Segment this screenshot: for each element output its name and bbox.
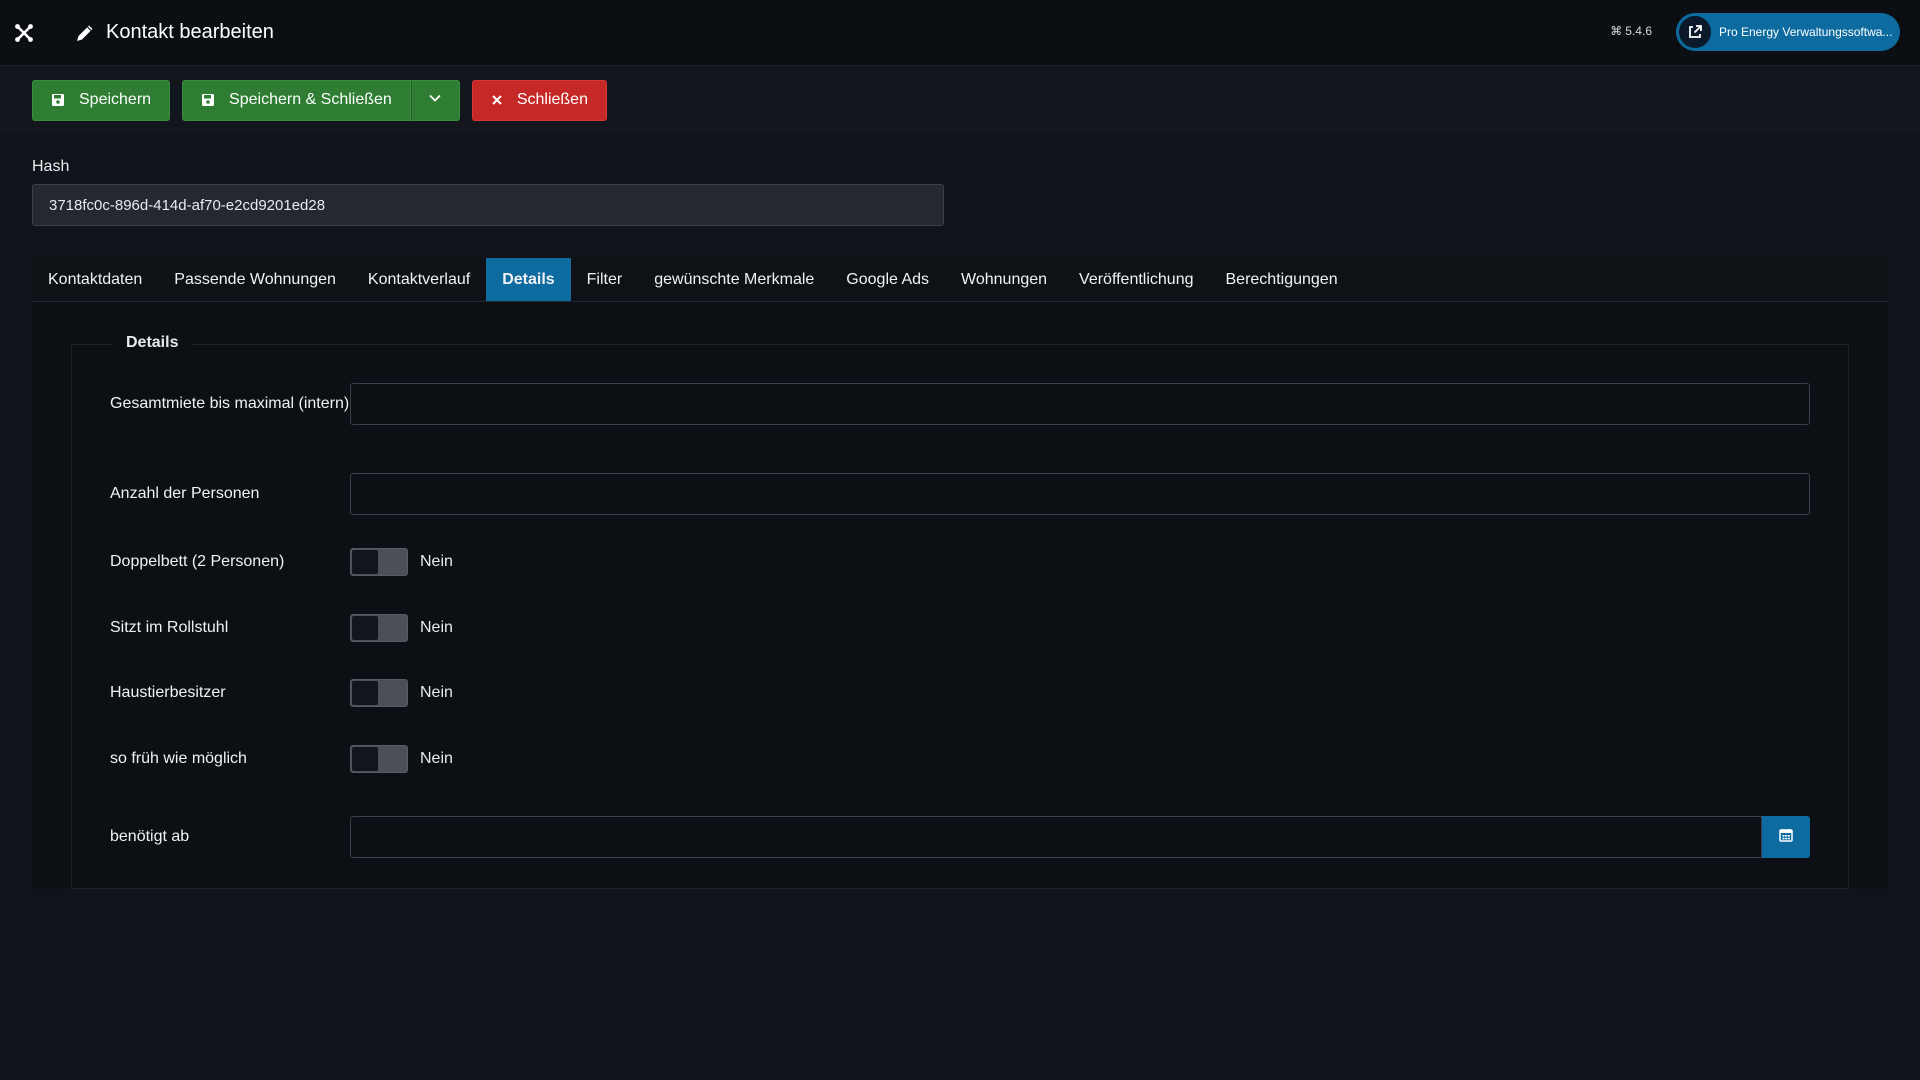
tab-berechtigungen[interactable]: Berechtigungen	[1210, 258, 1354, 301]
tab-filter[interactable]: Filter	[571, 258, 639, 301]
page-title: Kontakt bearbeiten	[106, 21, 274, 43]
needed-from-date-field	[350, 816, 1810, 858]
wheelchair-row: Sitzt im Rollstuhl Nein	[110, 613, 1810, 643]
joomla-logo-icon[interactable]	[12, 21, 36, 45]
tab-kontaktverlauf[interactable]: Kontaktverlauf	[352, 258, 486, 301]
close-icon	[491, 94, 503, 106]
wheelchair-state: Nein	[420, 619, 453, 636]
needed-from-input[interactable]	[350, 816, 1762, 858]
asap-row: so früh wie möglich Nein	[110, 744, 1810, 774]
toolbar: Speichern Speichern & Schließen Schließe…	[0, 66, 1920, 134]
wheelchair-toggle[interactable]	[350, 614, 408, 642]
tabs-panel: Kontaktdaten Passende Wohnungen Kontaktv…	[32, 258, 1888, 889]
tab-bar: Kontaktdaten Passende Wohnungen Kontaktv…	[32, 258, 1888, 302]
save-button-label: Speichern	[79, 91, 152, 108]
max-rent-label: Gesamtmiete bis maximal (intern)	[110, 395, 350, 412]
max-rent-row: Gesamtmiete bis maximal (intern)	[110, 383, 1810, 425]
persons-input[interactable]	[350, 473, 1810, 515]
version-text: 5.4.6	[1625, 24, 1652, 38]
asap-state: Nein	[420, 750, 453, 767]
pet-owner-switch: Nein	[350, 679, 453, 707]
page-title-area: Kontakt bearbeiten	[74, 21, 274, 44]
hash-label: Hash	[32, 158, 70, 175]
needed-from-label: benötigt ab	[110, 828, 190, 845]
pencil-icon	[74, 22, 96, 44]
version-badge: ⌘ 5.4.6	[1610, 24, 1652, 38]
save-button[interactable]: Speichern	[32, 79, 171, 121]
external-link-icon	[1679, 16, 1711, 48]
tab-passende-wohnungen[interactable]: Passende Wohnungen	[158, 258, 352, 301]
tab-wohnungen[interactable]: Wohnungen	[945, 258, 1063, 301]
double-bed-state: Nein	[420, 553, 453, 570]
toggle-knob	[352, 550, 378, 574]
double-bed-toggle[interactable]	[350, 548, 408, 576]
asap-switch: Nein	[350, 745, 453, 773]
tab-kontaktdaten[interactable]: Kontaktdaten	[32, 258, 158, 301]
save-close-split-button: Speichern & Schließen	[182, 79, 460, 121]
pet-owner-label: Haustierbesitzer	[110, 684, 226, 701]
pet-owner-toggle[interactable]	[350, 679, 408, 707]
needed-from-row: benötigt ab	[110, 816, 1810, 858]
floppy-disk-icon	[51, 93, 65, 107]
max-rent-input[interactable]	[350, 383, 1810, 425]
chevron-down-icon	[428, 91, 442, 110]
main-content: Hash Kontaktdaten Passende Wohnungen Kon…	[0, 158, 1920, 889]
hash-input[interactable]	[32, 184, 944, 226]
close-button-label: Schließen	[516, 91, 588, 108]
save-options-dropdown-button[interactable]	[410, 79, 460, 121]
tab-google-ads[interactable]: Google Ads	[830, 258, 945, 301]
asap-label: so früh wie möglich	[110, 750, 247, 767]
tab-details[interactable]: Details	[486, 258, 571, 301]
toggle-knob	[352, 681, 378, 705]
calendar-icon	[1779, 828, 1793, 847]
top-header: Kontakt bearbeiten ⌘ 5.4.6 Pro Energy Ve…	[0, 0, 1920, 66]
floppy-disk-icon	[201, 93, 215, 107]
double-bed-switch: Nein	[350, 548, 453, 576]
save-close-button-label: Speichern & Schließen	[229, 91, 392, 108]
double-bed-label: Doppelbett (2 Personen)	[110, 553, 285, 570]
asap-toggle[interactable]	[350, 745, 408, 773]
calendar-button[interactable]	[1762, 816, 1810, 858]
pet-owner-state: Nein	[420, 684, 453, 701]
details-fieldset: Details Gesamtmiete bis maximal (intern)…	[71, 334, 1849, 889]
toggle-knob	[352, 616, 378, 640]
wheelchair-label: Sitzt im Rollstuhl	[110, 619, 229, 636]
close-button[interactable]: Schließen	[471, 79, 607, 121]
view-site-button[interactable]: Pro Energy Verwaltungssoftwa...	[1676, 13, 1900, 51]
joomla-small-icon: ⌘	[1610, 24, 1623, 38]
tab-gewuenschte-merkmale[interactable]: gewünschte Merkmale	[638, 258, 830, 301]
toggle-knob	[352, 747, 378, 771]
pet-owner-row: Haustierbesitzer Nein	[110, 678, 1810, 708]
wheelchair-switch: Nein	[350, 614, 453, 642]
persons-row: Anzahl der Personen	[110, 473, 1810, 515]
double-bed-row: Doppelbett (2 Personen) Nein	[110, 547, 1810, 577]
persons-label: Anzahl der Personen	[110, 485, 260, 502]
tab-veroeffentlichung[interactable]: Veröffentlichung	[1063, 258, 1209, 301]
details-legend: Details	[112, 334, 193, 352]
save-close-button[interactable]: Speichern & Schließen	[182, 79, 411, 121]
site-name-label: Pro Energy Verwaltungssoftwa...	[1719, 25, 1893, 39]
